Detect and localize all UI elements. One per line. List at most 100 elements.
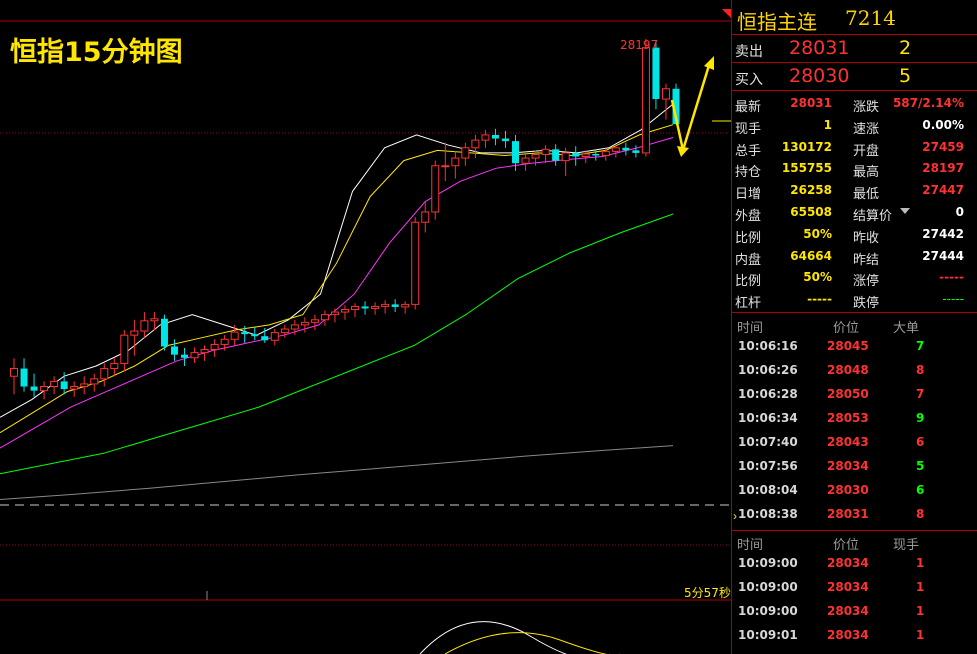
sell-label: 卖出	[735, 44, 763, 60]
chart-title: 恒指15分钟图	[10, 37, 183, 68]
quote-row: 最新 28031 涨跌 587/2.14%	[732, 93, 977, 115]
quote-value: 155755	[781, 161, 832, 176]
tick-price: 28030	[827, 483, 869, 497]
divider	[732, 530, 977, 531]
quote-row: 比例 50% 昨收 27442	[732, 224, 977, 246]
candle-body	[261, 336, 269, 341]
quote-row: 现手 1 速涨 0.00%	[732, 115, 977, 137]
tick-price: 28034	[827, 556, 869, 570]
tick-row[interactable]: 10:06:16 28045 7	[732, 334, 977, 358]
kline-chart[interactable]: 28197	[0, 0, 731, 654]
candle-body	[381, 303, 390, 307]
divider	[732, 34, 977, 35]
tick-row[interactable]: 10:09:00 28034 1	[732, 599, 977, 623]
ticks-header: 时间 价位 大单	[732, 315, 977, 336]
quote-label: 内盘	[735, 252, 762, 268]
buy-row[interactable]: 买入 28030 5	[732, 65, 977, 89]
quote-value: -----	[939, 270, 964, 285]
candle-body	[120, 334, 129, 364]
tick-row[interactable]: 10:07:40 28043 6	[732, 430, 977, 454]
candle-body	[70, 386, 79, 390]
tick-row[interactable]: 10:06:28 28050 7	[732, 382, 977, 406]
candle-body	[552, 149, 560, 161]
candle-body	[401, 303, 410, 308]
candle-body	[481, 134, 490, 141]
tick-row[interactable]: 10:08:38 28031 8	[732, 502, 977, 526]
candle-body	[320, 314, 329, 321]
buy-volume: 5	[899, 65, 912, 87]
quote-label: 最高	[853, 165, 880, 181]
candle-body	[572, 152, 580, 157]
chevron-down-icon[interactable]	[900, 208, 910, 214]
tick-row[interactable]: 10:09:00 28034 1	[732, 551, 977, 575]
candle-body	[230, 331, 239, 340]
tick-time: 10:09:01	[738, 628, 798, 642]
quote-label: 总手	[735, 143, 762, 159]
candle-body	[181, 354, 189, 358]
candle-body	[601, 150, 610, 156]
tick-time: 10:06:26	[738, 363, 798, 377]
tick-price: 28053	[827, 411, 869, 425]
candle-body	[652, 47, 660, 100]
candle-body	[521, 157, 530, 164]
quote-label: 外盘	[735, 209, 762, 224]
candle-body	[561, 152, 570, 162]
quote-value: 28197	[922, 161, 964, 176]
candle-body	[622, 147, 630, 151]
quote-row: 日增 26258 最低 27447	[732, 180, 977, 202]
quote-label: 涨跌	[853, 100, 880, 115]
tick-row[interactable]: 10:09:01 28034 1	[732, 623, 977, 647]
candle-body	[170, 346, 178, 355]
instrument-header: 恒指主连 7214	[732, 3, 977, 34]
quote-label: 开盘	[853, 143, 880, 159]
ma-line	[0, 213, 674, 475]
candle-body	[241, 332, 249, 335]
divider	[732, 62, 977, 63]
quote-label: 比例	[735, 230, 762, 246]
tick-volume: 8	[916, 507, 925, 521]
candle-body	[80, 383, 89, 388]
ma-line	[0, 137, 674, 449]
candle-body	[371, 305, 380, 309]
candle-body	[220, 338, 229, 345]
instrument-code: 7214	[845, 6, 896, 30]
tick-volume: 1	[916, 580, 925, 594]
candle-body	[10, 368, 18, 377]
tick-price: 28034	[827, 628, 869, 642]
quote-label: 涨停	[853, 274, 880, 290]
peak-price-label: 28197	[620, 38, 658, 52]
trades-header: 时间 价位 现手	[732, 532, 977, 553]
candle-body	[441, 165, 450, 168]
tick-time: 10:08:38	[738, 507, 798, 521]
candle-body	[200, 349, 209, 354]
quote-value: 50%	[803, 226, 832, 241]
tick-volume: 7	[916, 387, 925, 401]
indicator-line	[444, 632, 620, 654]
tick-volume: 6	[916, 483, 925, 497]
tick-price: 28050	[827, 387, 869, 401]
quote-panel: 恒指主连 7214 卖出 28031 2 买入 28030 5 最新 28031 涨…	[731, 0, 977, 654]
quote-label: 速涨	[853, 121, 880, 137]
divider	[732, 90, 977, 91]
annotation-arrowhead	[704, 56, 714, 70]
tick-row[interactable]: 10:08:04 28030 6	[732, 478, 977, 502]
kline-chart-area[interactable]: 28197 恒指15分钟图 5分57秒	[0, 0, 731, 654]
sell-row[interactable]: 卖出 28031 2	[732, 37, 977, 61]
tick-row[interactable]: 10:09:00 28034 1	[732, 575, 977, 599]
candle-body	[431, 165, 440, 213]
candle-body	[290, 324, 299, 330]
candle-body	[20, 368, 28, 387]
annotation-arrow-up	[681, 61, 712, 151]
quote-label: 现手	[735, 121, 762, 137]
candle-body	[330, 311, 339, 316]
tick-row[interactable]: 10:07:56 28034 5	[732, 454, 977, 478]
tick-row[interactable]: 10:06:26 28048 8	[732, 358, 977, 382]
candle-body	[531, 153, 540, 159]
tick-row[interactable]: 10:06:34 28053 9	[732, 406, 977, 430]
tick-volume: 6	[916, 435, 925, 449]
quote-value: -----	[807, 292, 832, 307]
tick-volume: 9	[916, 411, 925, 425]
quote-value: 65508	[790, 205, 832, 219]
tick-time: 10:07:56	[738, 459, 798, 473]
candle-body	[160, 318, 168, 347]
